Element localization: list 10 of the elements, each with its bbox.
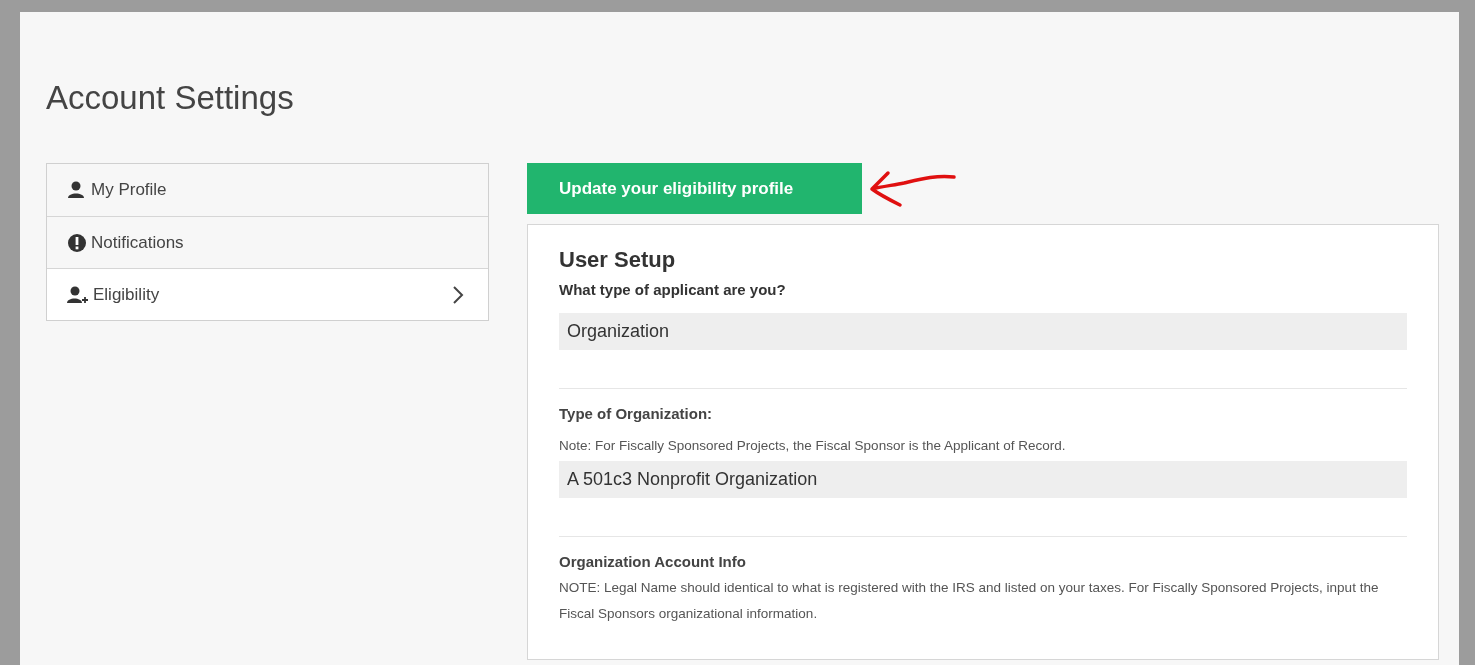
section-heading: User Setup [559,246,676,274]
field-note: NOTE: Legal Name should identical to what is registered with the IRS and listed on your taxes. For Fiscally Sponsored Projects, input the Fiscal Sponsors organizational information. [559,579,1380,623]
field-label: Organization Account Info [559,552,747,572]
field-value: Organization [559,313,1407,350]
page-title: Account Settings [46,78,294,118]
field-value: A 501c3 Nonprofit Organization [559,461,1407,498]
field-label: What type of applicant are you? [559,280,787,300]
field-label: Type of Organization: [559,404,714,424]
field-note: Note: For Fiscally Sponsored Projects, the Fiscal Sponsor is the Applicant of Record. [559,437,1067,455]
sidebar-item[interactable]: Eligibility [47,268,488,320]
